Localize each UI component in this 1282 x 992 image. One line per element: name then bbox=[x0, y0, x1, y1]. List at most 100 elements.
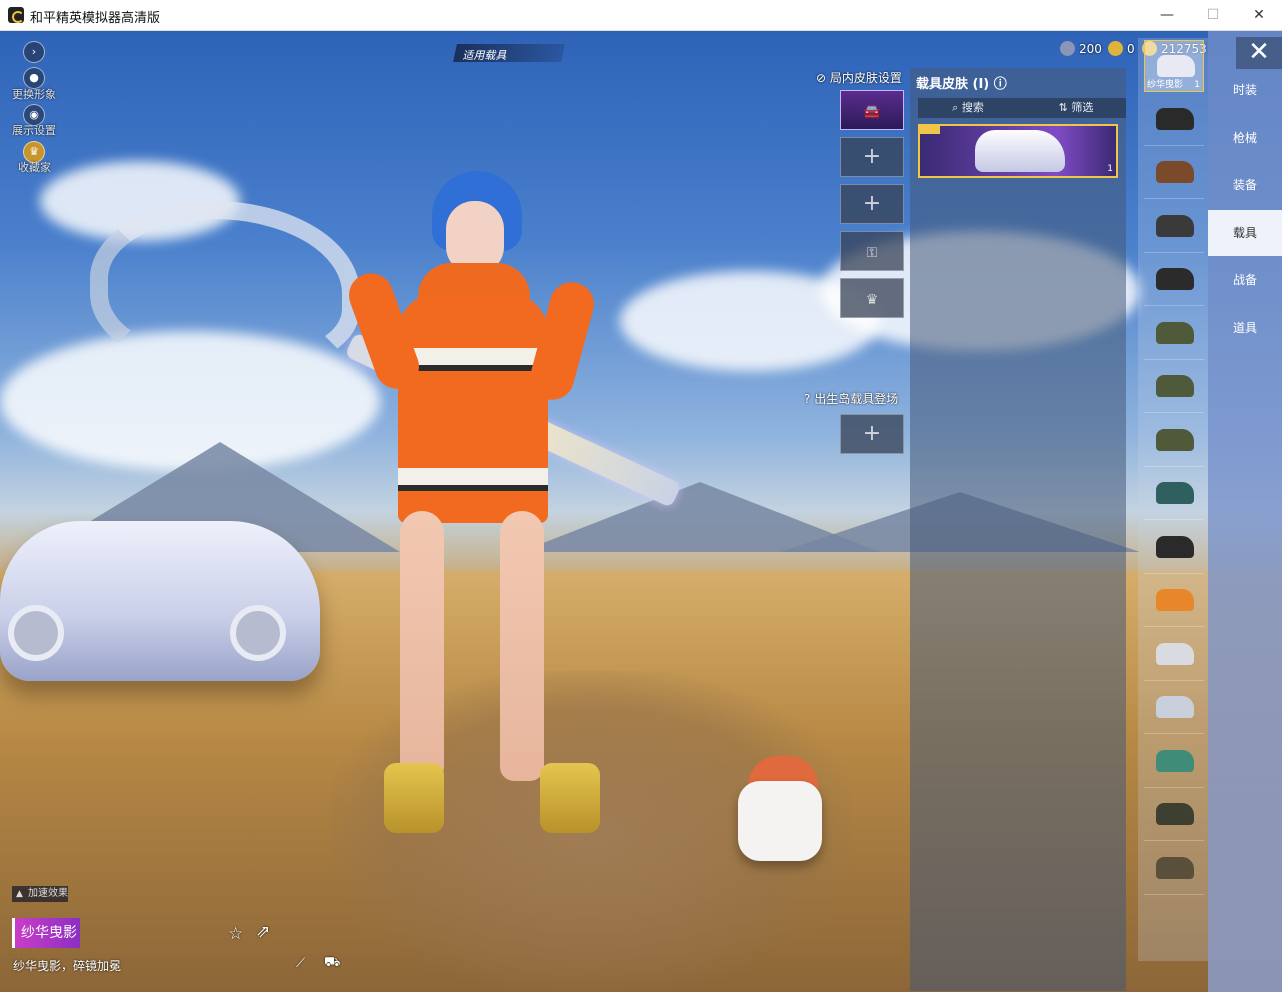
vehicle-list-item[interactable] bbox=[1144, 843, 1204, 895]
vehicle-thumbnail bbox=[1156, 161, 1194, 183]
spawn-vehicle-add[interactable]: + bbox=[840, 414, 904, 454]
vehicle-thumbnail bbox=[1156, 749, 1194, 772]
vehicle-list-item[interactable] bbox=[1144, 308, 1204, 360]
vehicle-thumbnail bbox=[1156, 642, 1194, 665]
category-weapon[interactable]: 枪械 bbox=[1208, 115, 1282, 161]
vehicle-thumbnail bbox=[1156, 321, 1194, 344]
maximize-icon[interactable]: ☐ bbox=[1190, 0, 1236, 31]
minimize-icon[interactable]: — bbox=[1144, 0, 1190, 31]
vehicle-list-item[interactable] bbox=[1144, 522, 1204, 574]
vehicle-item-label: 纱华曳影 bbox=[1147, 80, 1184, 90]
skin-panel-title: 载具皮肤 (I) ⓘ bbox=[916, 73, 1007, 92]
left-tool-label[interactable]: 展示设置 bbox=[12, 122, 56, 138]
vehicle-thumbnail bbox=[1156, 482, 1194, 504]
currency-badge: 0 bbox=[1108, 40, 1135, 58]
search-label: 搜索 bbox=[961, 101, 984, 114]
filter-icon: ⇅ bbox=[1058, 101, 1068, 114]
vehicle-list-item[interactable] bbox=[1144, 789, 1204, 841]
dragon-sculpture bbox=[90, 201, 360, 371]
expand-arrow-icon[interactable]: › bbox=[23, 41, 45, 63]
skin-slot-add[interactable]: + bbox=[840, 137, 904, 177]
vehicle-model bbox=[0, 521, 320, 681]
spawn-vehicle-header[interactable]: ? 出生岛载具登场 bbox=[804, 390, 898, 407]
vehicle-list-item[interactable] bbox=[1144, 201, 1204, 253]
close-icon[interactable]: ✕ bbox=[1236, 0, 1282, 31]
vehicle-list-item[interactable] bbox=[1144, 147, 1204, 199]
vehicle-thumbnail bbox=[1156, 214, 1194, 237]
filter-tab[interactable]: ⇅ 筛选 bbox=[1026, 98, 1126, 118]
lock-icon: ⚿ bbox=[866, 245, 878, 261]
vehicle-thumbnail bbox=[1156, 268, 1194, 290]
vehicle-thumbnail bbox=[1156, 803, 1194, 825]
vehicle-thumbnail bbox=[1156, 856, 1194, 879]
window-titlebar: 和平精英模拟器高清版 — ☐ ✕ bbox=[0, 0, 1282, 31]
accel-badge: 加速效果 bbox=[12, 886, 68, 902]
category-vehicle[interactable]: 载具 bbox=[1208, 210, 1282, 256]
spawn-vehicle-label: 出生岛载具登场 bbox=[814, 392, 899, 406]
character-outfit bbox=[398, 293, 548, 523]
help-icon[interactable]: ⓘ bbox=[994, 77, 1007, 92]
skin-card-car-image bbox=[975, 130, 1065, 172]
skin-panel-title-text: 载具皮肤 (I) bbox=[916, 77, 990, 92]
left-tool-label[interactable]: 更换形象 bbox=[12, 86, 56, 102]
vehicle-thumbnail bbox=[1156, 696, 1194, 718]
skin-slot-vehicle[interactable]: 🚘 bbox=[840, 90, 904, 130]
window-title: 和平精英模拟器高清版 bbox=[30, 11, 161, 26]
category-supplies[interactable]: 战备 bbox=[1208, 257, 1282, 303]
skin-slot-locked[interactable]: ♛ bbox=[840, 278, 904, 318]
vehicle-thumbnail bbox=[1156, 535, 1194, 558]
vehicle-list-item[interactable] bbox=[1144, 629, 1204, 681]
vehicle-list-item[interactable] bbox=[1144, 94, 1204, 146]
vehicle-list-item[interactable]: 纱华曳影 1 bbox=[1144, 40, 1204, 92]
vehicle-thumbnail bbox=[1157, 55, 1195, 77]
vehicle-thumbnail bbox=[1156, 107, 1194, 130]
skin-slot-locked[interactable]: ⚿ bbox=[840, 231, 904, 271]
car-icon: 🚘 bbox=[863, 104, 881, 120]
applied-vehicle-tag[interactable]: 适用载具 bbox=[453, 44, 565, 62]
currency-value: 0 bbox=[1127, 42, 1135, 56]
horn-icon[interactable]: ⟋ bbox=[296, 956, 305, 971]
filter-label: 筛选 bbox=[1071, 101, 1094, 114]
currency-value: 200 bbox=[1079, 42, 1102, 56]
currency-silver: 200 bbox=[1060, 40, 1102, 58]
car-icon[interactable]: ⛟ bbox=[324, 955, 340, 972]
app-icon bbox=[8, 7, 24, 23]
close-panel-icon[interactable]: ✕ bbox=[1236, 37, 1282, 69]
skin-slots-header[interactable]: ⊘ 局内皮肤设置 bbox=[816, 69, 902, 86]
character-boot bbox=[384, 763, 444, 833]
category-equipment[interactable]: 装备 bbox=[1208, 162, 1282, 208]
car-wheel bbox=[230, 605, 286, 661]
crown-icon: ♛ bbox=[865, 292, 879, 308]
search-icon: ⌕ bbox=[952, 101, 959, 114]
vehicle-list-item[interactable] bbox=[1144, 468, 1204, 520]
skin-card-count: 1 bbox=[1107, 164, 1113, 174]
silver-coin-icon bbox=[1060, 41, 1075, 56]
vehicle-thumbnail bbox=[1156, 428, 1194, 451]
vehicle-list-item[interactable] bbox=[1144, 361, 1204, 413]
vehicle-skin-panel: 载具皮肤 (I) ⓘ ⌕ 搜索 ⇅ 筛选 1 bbox=[910, 68, 1126, 991]
pet-companion bbox=[738, 781, 822, 861]
vehicle-list-item[interactable] bbox=[1144, 736, 1204, 788]
new-badge bbox=[920, 126, 940, 134]
vehicle-list-item[interactable] bbox=[1144, 254, 1204, 306]
skin-panel-tabs: ⌕ 搜索 ⇅ 筛选 bbox=[918, 98, 1126, 118]
category-props[interactable]: 道具 bbox=[1208, 305, 1282, 351]
vehicle-thumbnail bbox=[1156, 589, 1194, 611]
character-leg bbox=[500, 511, 544, 781]
share-icon[interactable]: ⇗ bbox=[256, 922, 270, 942]
search-tab[interactable]: ⌕ 搜索 bbox=[918, 98, 1018, 118]
character-leg bbox=[400, 511, 444, 781]
star-icon[interactable]: ☆ bbox=[228, 924, 243, 944]
skin-slot-add[interactable]: + bbox=[840, 184, 904, 224]
skin-description: 纱华曳影，碎镜加冕 bbox=[13, 959, 122, 973]
car-wheel bbox=[8, 605, 64, 661]
category-fashion[interactable]: 时装 bbox=[1208, 67, 1282, 113]
left-tool-label[interactable]: 收藏家 bbox=[18, 159, 51, 175]
vehicle-list-item[interactable] bbox=[1144, 682, 1204, 734]
skin-card-selected[interactable]: 1 bbox=[918, 124, 1118, 178]
vehicle-list-item[interactable] bbox=[1144, 415, 1204, 467]
vehicle-thumbnail bbox=[1156, 375, 1194, 397]
skin-name-tag: 纱华曳影 bbox=[12, 918, 80, 948]
skin-slots-header-text: 局内皮肤设置 bbox=[829, 71, 902, 85]
vehicle-list-item[interactable] bbox=[1144, 575, 1204, 627]
